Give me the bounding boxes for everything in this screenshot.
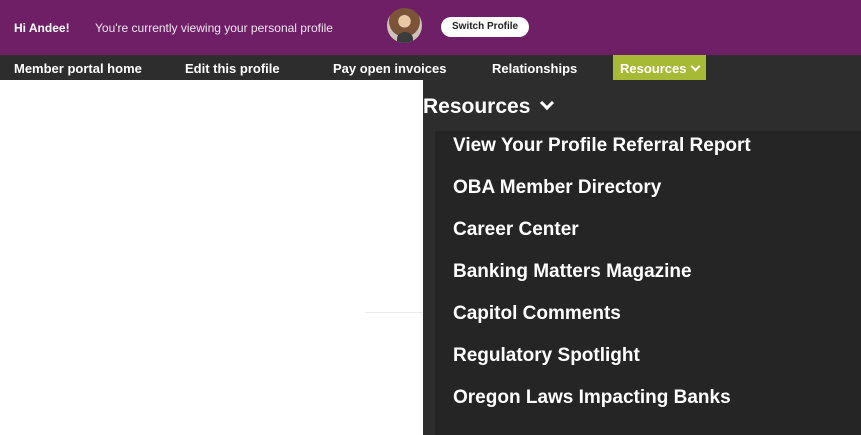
main-nav: Member portal home Edit this profile Pay…: [0, 55, 861, 80]
menu-item-profile-referral-report[interactable]: View Your Profile Referral Report: [453, 135, 751, 157]
menu-item-banking-matters-magazine[interactable]: Banking Matters Magazine: [453, 261, 692, 283]
avatar[interactable]: [387, 8, 422, 43]
resources-dropdown: Resources View Your Profile Referral Rep…: [423, 80, 861, 435]
switch-profile-button[interactable]: Switch Profile: [441, 17, 530, 37]
chevron-down-icon: [540, 95, 555, 111]
menu-item-oregon-laws[interactable]: Oregon Laws Impacting Banks: [453, 387, 731, 409]
chevron-down-icon: [691, 61, 701, 72]
menu-item-capitol-comments[interactable]: Capitol Comments: [453, 303, 621, 325]
nav-resources[interactable]: Resources: [613, 55, 707, 80]
profile-bar: Hi Andee! You're currently viewing your …: [0, 0, 861, 55]
nav-resources-label: Resources: [620, 61, 687, 76]
nav-relationships[interactable]: Relationships: [492, 55, 577, 80]
nav-member-portal-home[interactable]: Member portal home: [14, 55, 142, 80]
dropdown-header-label: Resources: [423, 95, 531, 118]
menu-item-member-directory[interactable]: OBA Member Directory: [453, 177, 661, 199]
viewing-status-text: You're currently viewing your personal p…: [95, 21, 333, 35]
nav-edit-profile[interactable]: Edit this profile: [185, 55, 280, 80]
menu-item-career-center[interactable]: Career Center: [453, 219, 579, 241]
greeting: Hi Andee!: [14, 21, 70, 35]
menu-item-regulatory-spotlight[interactable]: Regulatory Spotlight: [453, 345, 640, 367]
dropdown-header[interactable]: Resources: [423, 95, 555, 119]
divider: [365, 312, 423, 313]
nav-pay-open-invoices[interactable]: Pay open invoices: [333, 55, 446, 80]
